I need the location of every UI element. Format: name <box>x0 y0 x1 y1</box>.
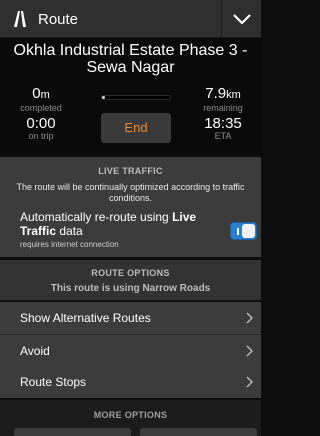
time-on-trip: 0:00 on trip <box>6 116 76 142</box>
trip-progress-fill <box>102 96 105 99</box>
more-option-button-right[interactable] <box>140 428 257 436</box>
road-icon <box>14 11 26 27</box>
chevron-right-icon <box>246 345 253 357</box>
distance-remaining: 7.9km remaining <box>191 86 255 114</box>
live-traffic-description: The route will be continually optimized … <box>16 182 245 203</box>
completed-value: 0 <box>32 85 41 102</box>
avoid-label: Avoid <box>20 344 50 358</box>
route-options-title: ROUTE OPTIONS <box>91 268 170 278</box>
page-title: Route <box>38 11 79 28</box>
show-alternative-routes-row[interactable]: Show Alternative Routes <box>0 302 261 334</box>
end-route-button[interactable]: End <box>101 113 171 143</box>
route-stops-label: Route Stops <box>20 375 87 389</box>
reroute-text-end: data <box>56 224 83 238</box>
eta-value: 18:35 <box>204 115 242 132</box>
header-divider <box>221 0 222 38</box>
distance-completed: 0m completed <box>6 86 76 114</box>
remaining-unit: km <box>226 89 241 101</box>
time-on-trip-value: 0:00 <box>26 115 56 132</box>
remaining-label: remaining <box>203 103 243 113</box>
chevron-right-icon <box>246 312 253 324</box>
route-options-header <box>0 260 261 300</box>
eta-label: ETA <box>214 131 232 141</box>
chevron-right-icon <box>246 376 253 388</box>
remaining-value: 7.9 <box>205 85 227 102</box>
more-options-title: MORE OPTIONS <box>93 410 168 420</box>
route-options-subtitle: This route is using Narrow Roads <box>50 283 211 294</box>
reroute-text: Automatically re-route using <box>20 210 173 224</box>
chevron-down-icon[interactable] <box>231 11 253 27</box>
live-traffic-toggle[interactable] <box>230 222 257 240</box>
avoid-row[interactable]: Avoid <box>0 335 261 367</box>
destination-name: Okhla Industrial Estate Phase 3 - Sewa N… <box>13 42 248 76</box>
header-bar: Route <box>0 0 261 38</box>
completed-unit: m <box>40 89 50 101</box>
eta: 18:35 ETA <box>191 116 255 142</box>
completed-label: completed <box>20 103 62 113</box>
more-option-button-left[interactable] <box>14 428 131 436</box>
toggle-on-mark <box>237 228 239 235</box>
auto-reroute-label: Automatically re-route using Live Traffi… <box>20 210 220 238</box>
trip-progress-bar <box>101 95 171 100</box>
show-alternative-routes-label: Show Alternative Routes <box>20 311 151 325</box>
toggle-knob <box>242 224 255 238</box>
internet-note: requires internet connection <box>20 240 119 249</box>
live-traffic-title: LIVE TRAFFIC <box>98 166 163 176</box>
route-stops-row[interactable]: Route Stops <box>0 366 261 398</box>
time-on-trip-label: on trip <box>28 131 54 141</box>
